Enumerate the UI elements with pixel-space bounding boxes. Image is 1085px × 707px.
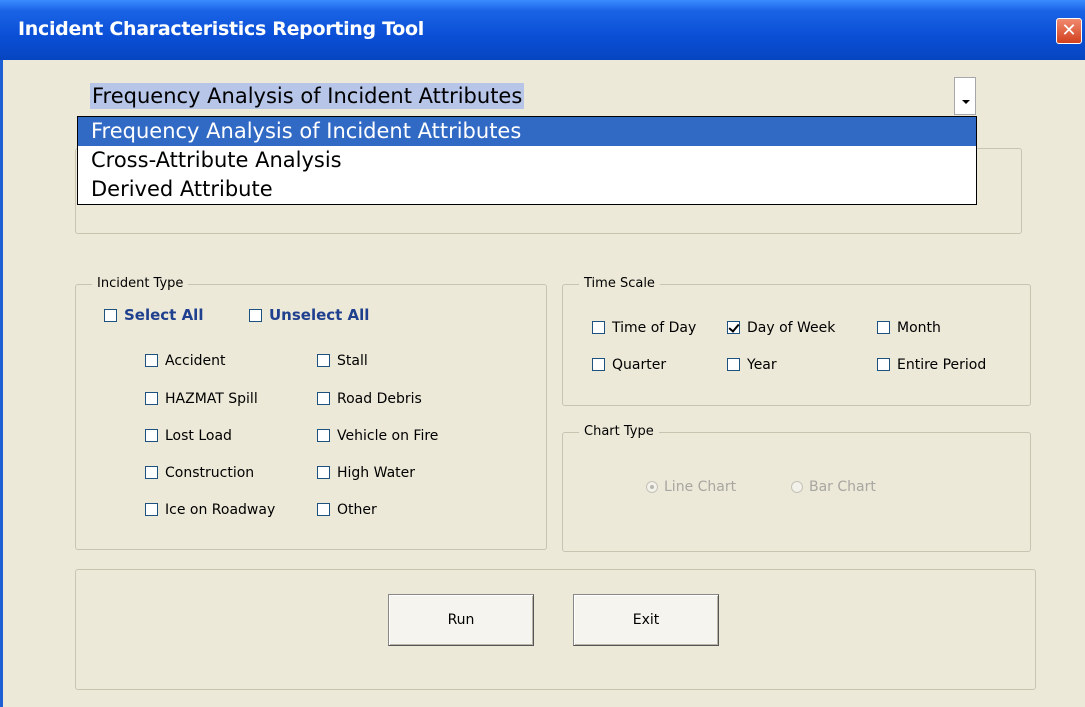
checkbox-icon[interactable] — [727, 358, 740, 371]
analysis-type-value[interactable]: Frequency Analysis of Incident Attribute… — [90, 83, 525, 109]
checkbox-high-water[interactable]: High Water — [317, 465, 415, 481]
checkbox-accident[interactable]: Accident — [145, 353, 225, 369]
time-scale-label: Time Scale — [579, 276, 660, 291]
checkbox-label: Other — [337, 502, 377, 518]
chart-type-label: Chart Type — [579, 424, 659, 439]
close-icon: ✕ — [1061, 20, 1077, 41]
action-button-group — [75, 569, 1036, 690]
dropdown-arrow-icon[interactable] — [954, 77, 976, 115]
exit-button[interactable]: Exit — [573, 594, 719, 646]
window-title: Incident Characteristics Reporting Tool — [18, 18, 425, 40]
checkbox-label: Accident — [165, 353, 226, 369]
radio-label: Bar Chart — [809, 479, 876, 495]
unselect-all-checkbox[interactable]: Unselect All — [249, 306, 369, 324]
checkbox-label: Day of Week — [747, 320, 836, 336]
radio-selected-icon[interactable] — [646, 481, 658, 493]
checkbox-icon[interactable] — [317, 466, 330, 479]
checkbox-stall[interactable]: Stall — [317, 353, 368, 369]
checkbox-label: Ice on Roadway — [165, 502, 276, 518]
incident-type-label: Incident Type — [92, 276, 189, 291]
checkbox-label: Month — [897, 320, 941, 336]
analysis-type-list: Frequency Analysis of Incident Attribute… — [77, 116, 977, 205]
checkbox-road-debris[interactable]: Road Debris — [317, 391, 422, 407]
checkbox-icon[interactable] — [592, 358, 605, 371]
checkbox-month[interactable]: Month — [877, 320, 941, 336]
checkbox-icon[interactable] — [317, 354, 330, 367]
checkbox-label: Construction — [165, 465, 255, 481]
checkbox-label: Lost Load — [165, 428, 232, 444]
checkbox-lost-load[interactable]: Lost Load — [145, 428, 232, 444]
checkbox-ice-on-roadway[interactable]: Ice on Roadway — [145, 502, 275, 518]
unselect-all-label: Unselect All — [269, 306, 370, 324]
checkbox-label: Entire Period — [897, 357, 987, 373]
radio-line-chart[interactable]: Line Chart — [646, 479, 736, 495]
time-scale-group: Time Scale — [562, 276, 1031, 406]
checkbox-construction[interactable]: Construction — [145, 465, 254, 481]
checkbox-label: Road Debris — [337, 391, 422, 407]
checkbox-time-of-day[interactable]: Time of Day — [592, 320, 696, 336]
checkbox-day-of-week[interactable]: Day of Week — [727, 320, 835, 336]
checkbox-entire-period[interactable]: Entire Period — [877, 357, 986, 373]
checkbox-label: Year — [747, 357, 777, 373]
analysis-option-cross-attribute[interactable]: Cross-Attribute Analysis — [78, 146, 976, 175]
checkbox-label: Quarter — [612, 357, 667, 373]
checkbox-label: High Water — [337, 465, 416, 481]
checkbox-label: Vehicle on Fire — [337, 428, 439, 444]
checkbox-label: HAZMAT Spill — [165, 391, 258, 407]
radio-icon[interactable] — [791, 481, 803, 493]
analysis-type-combobox[interactable]: Frequency Analysis of Incident Attribute… — [84, 76, 977, 116]
analysis-option-frequency[interactable]: Frequency Analysis of Incident Attribute… — [78, 117, 976, 146]
checkbox-icon[interactable] — [145, 392, 158, 405]
checkbox-icon[interactable] — [249, 309, 262, 322]
select-all-label: Select All — [124, 306, 204, 324]
checkbox-icon[interactable] — [145, 466, 158, 479]
checkbox-icon[interactable] — [317, 503, 330, 516]
dialog-window: Incident Characteristics Reporting Tool … — [0, 0, 1085, 707]
select-all-checkbox[interactable]: Select All — [104, 306, 203, 324]
checkbox-label: Time of Day — [612, 320, 697, 336]
checkbox-other[interactable]: Other — [317, 502, 377, 518]
title-bar: Incident Characteristics Reporting Tool … — [0, 0, 1085, 60]
radio-bar-chart[interactable]: Bar Chart — [791, 479, 876, 495]
checkbox-icon[interactable] — [592, 321, 605, 334]
checkbox-icon[interactable] — [317, 429, 330, 442]
checkbox-checked-icon[interactable] — [727, 321, 740, 334]
checkbox-quarter[interactable]: Quarter — [592, 357, 666, 373]
checkbox-icon[interactable] — [877, 358, 890, 371]
checkbox-icon[interactable] — [104, 309, 117, 322]
checkbox-vehicle-on-fire[interactable]: Vehicle on Fire — [317, 428, 438, 444]
close-button[interactable]: ✕ — [1056, 18, 1082, 44]
run-button[interactable]: Run — [388, 594, 534, 646]
checkbox-icon[interactable] — [145, 429, 158, 442]
checkbox-hazmat-spill[interactable]: HAZMAT Spill — [145, 391, 258, 407]
radio-label: Line Chart — [664, 479, 737, 495]
checkbox-icon[interactable] — [145, 354, 158, 367]
analysis-option-derived[interactable]: Derived Attribute — [78, 175, 976, 204]
checkbox-icon[interactable] — [317, 392, 330, 405]
checkbox-icon[interactable] — [145, 503, 158, 516]
checkbox-year[interactable]: Year — [727, 357, 777, 373]
checkbox-label: Stall — [337, 353, 368, 369]
checkbox-icon[interactable] — [877, 321, 890, 334]
